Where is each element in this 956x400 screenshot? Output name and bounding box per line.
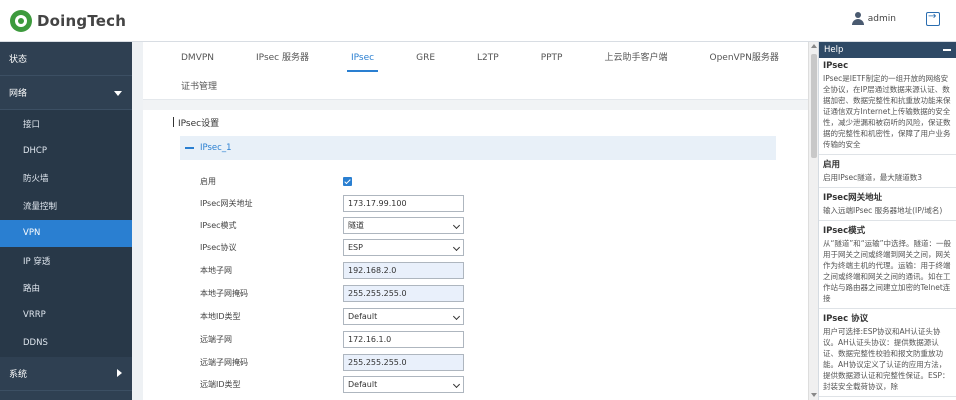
sidebar-item-routing[interactable]: 路由 [0, 274, 132, 302]
tab-gre[interactable]: GRE [416, 53, 435, 72]
tab-cloud-assistant-client[interactable]: 上云助手客户端 [604, 50, 667, 72]
remote-mask-row: 远端子网掩码 255.255.255.0 [200, 352, 620, 372]
help-header: Help [819, 42, 956, 58]
ipsec-1-accordion[interactable]: IPsec_1 [180, 136, 776, 160]
sidebar: 状态 网络 接口 DHCP 防火墙 流量控制 VPN IP 穿透 路由 VRRP… [0, 42, 132, 400]
remote-id-select[interactable]: Default [343, 375, 464, 393]
mode-row: IPsec模式 隧道 [200, 215, 620, 235]
local-subnet-label: 本地子网 [200, 265, 232, 275]
sidebar-item-vpn[interactable]: VPN [0, 219, 132, 247]
scroll-down-icon[interactable] [811, 393, 817, 397]
sidebar-item-traffic-control[interactable]: 流量控制 [0, 192, 132, 220]
sidebar-item-ip-passthrough[interactable]: IP 穿透 [0, 246, 132, 275]
sidebar-item-system[interactable]: 系统 [0, 356, 132, 391]
content-scrollbar[interactable] [808, 42, 818, 400]
help-block-enable: 启用 启用IPsec隧道，最大隧道数3 [819, 155, 956, 188]
tab-ipsec-server[interactable]: IPsec 服务器 [256, 50, 309, 72]
user-icon [851, 12, 864, 25]
user-menu[interactable]: admin [851, 12, 896, 25]
protocol-select[interactable]: ESP [343, 238, 464, 256]
sidebar-item-firewall[interactable]: 防火墙 [0, 164, 132, 193]
remote-id-label: 远端ID类型 [200, 379, 241, 389]
sidebar-item-vrrp[interactable]: VRRP [0, 301, 132, 330]
sidebar-item-status[interactable]: 状态 [0, 42, 132, 76]
enable-label: 启用 [200, 176, 216, 186]
remote-subnet-label: 远端子网 [200, 334, 232, 344]
enable-checkbox[interactable] [343, 176, 352, 186]
remote-id-row: 远端ID类型 Default [200, 374, 620, 394]
remote-mask-label: 远端子网掩码 [200, 357, 248, 367]
local-mask-input[interactable]: 255.255.255.0 [343, 284, 464, 302]
chevron-right-icon [117, 368, 122, 377]
remote-subnet-input[interactable]: 172.16.1.0 [343, 330, 464, 348]
help-block-ipsec: IPsec IPsec是IETF制定的一组开放的网络安全协议，在IP层通过数据来… [819, 58, 956, 155]
tab-pptp[interactable]: PPTP [541, 53, 563, 72]
help-block-protocol: IPsec 协议 用户可选择:ESP协议和AH认证头协议。AH认证头协议：提供数… [819, 309, 956, 397]
section-title: IPsec设置 [173, 116, 219, 129]
local-mask-row: 本地子网掩码 255.255.255.0 [200, 283, 620, 303]
help-panel: Help IPsec IPsec是IETF制定的一组开放的网络安全协议，在IP层… [818, 42, 956, 400]
sidebar-item-interface[interactable]: 接口 [0, 110, 132, 138]
logout-icon[interactable] [926, 11, 940, 26]
help-block-gateway: IPsec网关地址 输入远端IPsec 服务器地址(IP/域名) [819, 188, 956, 221]
local-id-select[interactable]: Default [343, 307, 464, 325]
tab-openvpn-server[interactable]: OpenVPN服务器 [709, 50, 778, 72]
accordion-title: IPsec_1 [200, 143, 232, 153]
chevron-down-icon [114, 91, 122, 96]
help-block-mode: IPsec模式 从“隧道”和“运输”中选择。隧道：一般用于网关之间或终端到网关之… [819, 221, 956, 309]
protocol-row: IPsec协议 ESP [200, 237, 620, 257]
remote-mask-input[interactable]: 255.255.255.0 [343, 353, 464, 371]
sidebar-item-dhcp[interactable]: DHCP [0, 137, 132, 165]
protocol-label: IPsec协议 [200, 242, 237, 252]
brand-name: DoingTech [37, 12, 127, 30]
tab-certificate-management[interactable]: 证书管理 [181, 79, 217, 92]
local-subnet-row: 本地子网 192.168.2.0 [200, 260, 620, 280]
local-subnet-input[interactable]: 192.168.2.0 [343, 261, 464, 279]
brand-logo[interactable]: DoingTech [10, 10, 126, 32]
collapse-icon [185, 147, 194, 149]
minimize-icon[interactable] [943, 49, 951, 51]
mode-select[interactable]: 隧道 [343, 216, 464, 234]
username: admin [867, 13, 896, 24]
remote-subnet-row: 远端子网 172.16.1.0 [200, 329, 620, 349]
local-mask-label: 本地子网掩码 [200, 288, 248, 298]
local-id-label: 本地ID类型 [200, 311, 241, 321]
scroll-thumb[interactable] [811, 54, 817, 158]
main-content: DMVPN IPsec 服务器 IPsec GRE L2TP PPTP 上云助手… [143, 42, 808, 400]
local-id-row: 本地ID类型 Default [200, 306, 620, 326]
gateway-label: IPsec网关地址 [200, 198, 253, 208]
content-divider [143, 100, 808, 110]
top-header: DoingTech admin [0, 0, 956, 42]
tab-row-2: 证书管理 [143, 72, 808, 100]
gateway-row: IPsec网关地址 173.17.99.100 [200, 193, 620, 213]
enable-row: 启用 [200, 171, 620, 191]
vpn-tabs: DMVPN IPsec 服务器 IPsec GRE L2TP PPTP 上云助手… [143, 42, 808, 72]
tab-l2tp[interactable]: L2TP [477, 53, 499, 72]
gateway-input[interactable]: 173.17.99.100 [343, 194, 464, 212]
mode-label: IPsec模式 [200, 220, 237, 230]
logo-icon [10, 10, 32, 32]
sidebar-item-ddns[interactable]: DDNS [0, 329, 132, 357]
tab-ipsec[interactable]: IPsec [346, 53, 379, 72]
scroll-up-icon[interactable] [811, 44, 817, 48]
tab-dmvpn[interactable]: DMVPN [181, 53, 214, 72]
help-title: Help [824, 45, 844, 55]
sidebar-item-network[interactable]: 网络 [0, 76, 132, 110]
